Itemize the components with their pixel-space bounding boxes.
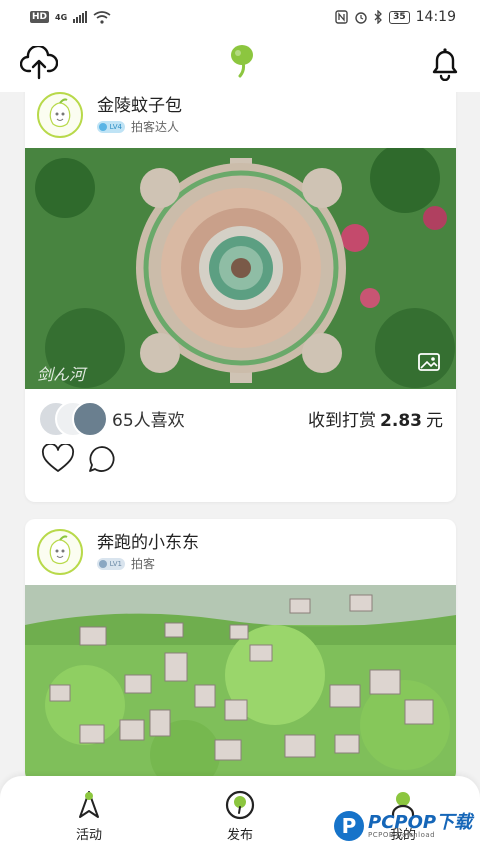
like-heart-icon[interactable]: [41, 444, 75, 474]
reward-label: 收到打赏: [308, 411, 377, 431]
alarm-icon: [355, 12, 367, 24]
watermark-main: PCPOP下载: [368, 811, 473, 833]
bluetooth-icon: [374, 10, 383, 24]
likes-row: 65人喜欢 收到打赏 2.83 元: [25, 389, 456, 445]
aerial-plaza-image: 剑ん河: [25, 143, 456, 389]
reward-info: 收到打赏 2.83 元: [308, 406, 443, 431]
signal-icon: [73, 11, 88, 23]
photo-signature: 剑ん河: [37, 365, 88, 384]
app-logo: [229, 44, 255, 82]
cloud-upload-icon: [20, 46, 58, 80]
activity-compass-icon: [79, 791, 99, 818]
clock: 14:19: [415, 9, 456, 25]
reward-unit: 元: [426, 411, 443, 431]
post-actions: [41, 444, 117, 474]
watermark-text: PCPOP下载 PCPOP Download: [368, 811, 473, 839]
post-photo[interactable]: 剑ん河: [25, 143, 456, 389]
upload-button[interactable]: [18, 42, 60, 84]
publish-leaf-icon: [225, 790, 255, 820]
bell-icon: [432, 48, 458, 81]
mascot-avatar-icon: [49, 98, 71, 128]
reward-amount: 2.83: [380, 411, 422, 431]
nav-label: 发布: [226, 828, 253, 843]
post-feed[interactable]: 金陵蚊子包 LV4 拍客达人 剑ん河 65人喜欢 收到打赏 2.83 元 奔跑的…: [0, 92, 480, 782]
level-badge: LV1: [97, 557, 125, 570]
username[interactable]: 奔跑的小东东: [97, 528, 199, 553]
network-type: 4G: [55, 12, 68, 22]
aerial-village-image: [25, 585, 456, 782]
mascot-avatar-icon: [49, 535, 71, 565]
nav-activities[interactable]: 活动: [49, 790, 129, 843]
post-header: 金陵蚊子包 LV4 拍客达人: [25, 92, 456, 148]
post-header: 奔跑的小东东 LV1 拍客: [25, 519, 456, 585]
post-photo[interactable]: [25, 585, 456, 782]
username[interactable]: 金陵蚊子包: [97, 92, 182, 116]
comment-bubble-icon[interactable]: [87, 444, 117, 474]
image-gallery-icon[interactable]: [416, 349, 442, 375]
liker-avatar[interactable]: [72, 401, 108, 437]
user-meta: LV4 拍客达人: [97, 118, 179, 135]
user-meta: LV1 拍客: [97, 555, 155, 572]
battery-indicator: 35: [389, 10, 410, 24]
user-role: 拍客达人: [131, 120, 180, 134]
avatar[interactable]: [37, 529, 83, 575]
post-card[interactable]: 金陵蚊子包 LV4 拍客达人 剑ん河 65人喜欢 收到打赏 2.83 元: [25, 92, 456, 502]
notifications-button[interactable]: [424, 42, 466, 84]
level-badge: LV4: [97, 120, 125, 133]
watermark-sub: PCPOP Download: [368, 830, 436, 839]
hd-badge: HD: [30, 11, 50, 23]
leaf-logo-icon: [231, 45, 253, 78]
nav-label: 活动: [75, 828, 102, 843]
app-header: [0, 34, 480, 92]
watermark: P PCPOP下载 PCPOP Download: [334, 804, 474, 848]
nav-publish[interactable]: 发布: [200, 790, 280, 843]
user-role: 拍客: [131, 557, 156, 571]
avatar[interactable]: [37, 92, 83, 138]
post-card[interactable]: 奔跑的小东东 LV1 拍客: [25, 519, 456, 782]
nfc-icon: [335, 10, 348, 24]
watermark-logo-icon: P: [334, 811, 364, 841]
wifi-icon: [93, 10, 111, 24]
likes-count[interactable]: 65人喜欢: [112, 406, 185, 431]
status-bar: HD 4G 35 14:19: [0, 0, 480, 34]
